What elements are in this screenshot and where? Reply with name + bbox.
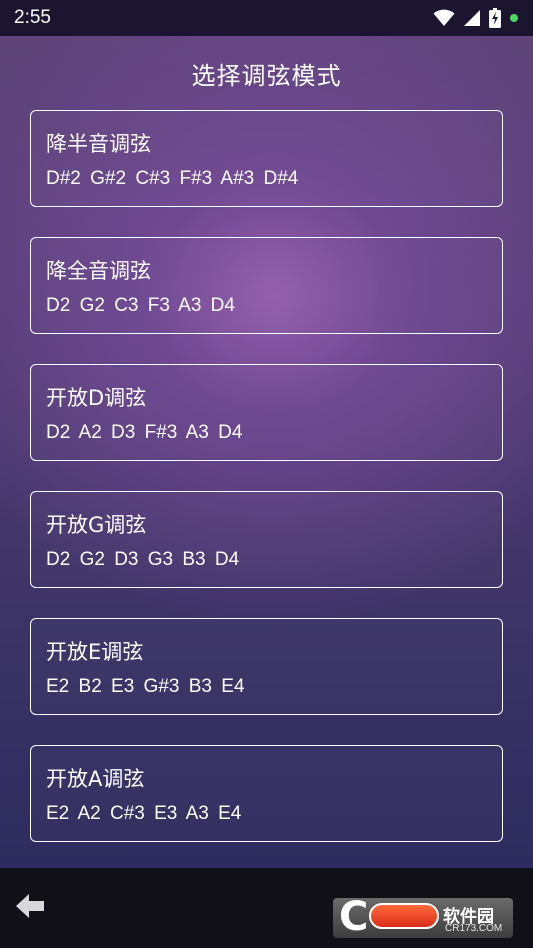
mode-card-whole-step-down[interactable]: 降全音调弦 D2 G2 C3 F3 A3 D4 bbox=[30, 237, 503, 334]
mode-name: 开放G调弦 bbox=[46, 513, 147, 537]
watermark-logo: C 软件园 CR173.COM bbox=[333, 898, 513, 938]
arrow-left-icon bbox=[14, 892, 46, 924]
main-content: 选择调弦模式 降半音调弦 D#2 G#2 C#3 F#3 A#3 D#4 降全音… bbox=[0, 36, 533, 868]
mode-card-open-g[interactable]: 开放G调弦 D2 G2 D3 G3 B3 D4 bbox=[30, 491, 503, 588]
mode-notes: D2 G2 D3 G3 B3 D4 bbox=[46, 549, 240, 570]
mode-notes: D#2 G#2 C#3 F#3 A#3 D#4 bbox=[46, 168, 299, 189]
mode-notes: E2 B2 E3 G#3 B3 E4 bbox=[46, 676, 245, 697]
status-time: 2:55 bbox=[14, 7, 51, 28]
screen: 2:55 选择调弦模式 降半音调弦 D#2 G#2 C#3 F#3 A#3 D#… bbox=[0, 0, 533, 948]
mode-notes: D2 G2 C3 F3 A3 D4 bbox=[46, 295, 235, 316]
mode-card-open-e[interactable]: 开放E调弦 E2 B2 E3 G#3 B3 E4 bbox=[30, 618, 503, 715]
battery-charging-icon bbox=[489, 8, 501, 28]
mode-notes: D2 A2 D3 F#3 A3 D4 bbox=[46, 422, 243, 443]
bottom-bar: C 软件园 CR173.COM bbox=[0, 868, 533, 948]
wifi-icon bbox=[433, 9, 455, 27]
signal-icon bbox=[463, 9, 481, 27]
mode-name: 降半音调弦 bbox=[46, 132, 151, 156]
mode-card-open-a[interactable]: 开放A调弦 E2 A2 C#3 E3 A3 E4 bbox=[30, 745, 503, 842]
status-icons bbox=[433, 8, 519, 28]
page-title: 选择调弦模式 bbox=[191, 62, 342, 90]
mode-notes: E2 A2 C#3 E3 A3 E4 bbox=[46, 803, 242, 824]
watermark-c-glyph: C bbox=[339, 898, 369, 938]
mode-name: 降全音调弦 bbox=[46, 259, 151, 283]
mode-card-open-d[interactable]: 开放D调弦 D2 A2 D3 F#3 A3 D4 bbox=[30, 364, 503, 461]
notification-dot-icon bbox=[509, 13, 519, 23]
mode-name: 开放D调弦 bbox=[46, 386, 147, 410]
mode-card-half-step-down[interactable]: 降半音调弦 D#2 G#2 C#3 F#3 A#3 D#4 bbox=[30, 110, 503, 207]
status-bar: 2:55 bbox=[0, 0, 533, 36]
mode-name: 开放A调弦 bbox=[46, 767, 145, 791]
back-button[interactable] bbox=[12, 890, 48, 926]
watermark-pill bbox=[369, 903, 439, 929]
watermark-domain: CR173.COM bbox=[445, 923, 503, 934]
mode-name: 开放E调弦 bbox=[46, 640, 144, 664]
